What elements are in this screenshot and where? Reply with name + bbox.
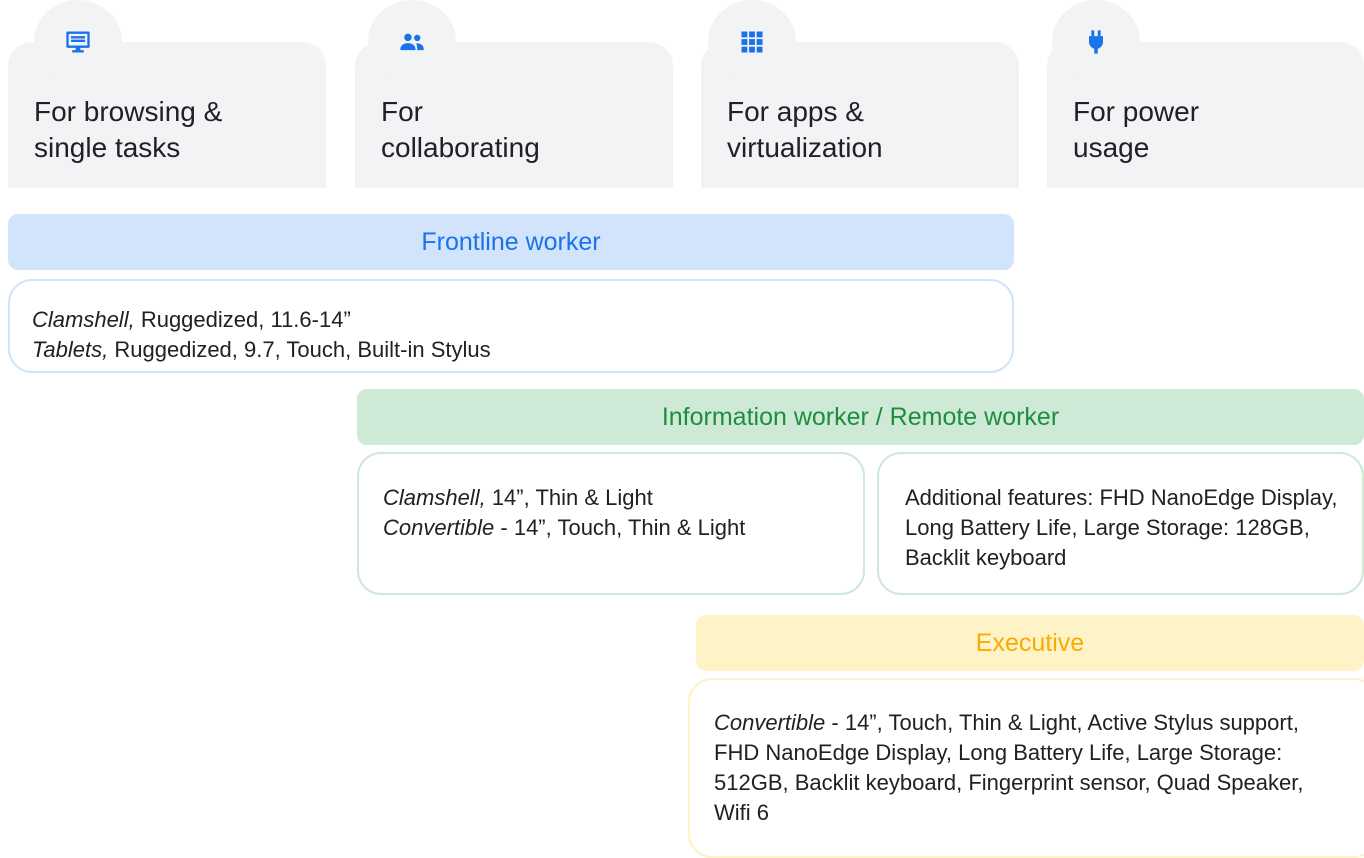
information-worker-additional: Additional features: FHD NanoEdge Displa…: [877, 452, 1364, 595]
information-worker-header: Information worker / Remote worker: [357, 389, 1364, 445]
executive-specs: Convertible - 14”, Touch, Thin & Light, …: [688, 678, 1364, 858]
spec-line: Clamshell, Ruggedized, 11.6-14”: [32, 307, 351, 332]
information-worker-label: Information worker / Remote worker: [661, 402, 1060, 431]
apps-grid-icon: [741, 31, 763, 53]
spec-line: Convertible - 14”, Touch, Thin & Light, …: [714, 710, 1304, 825]
executive-header: Executive: [696, 615, 1364, 671]
category-title: For apps & virtualization: [727, 96, 883, 163]
spec-line: Convertible - 14”, Touch, Thin & Light: [383, 515, 746, 540]
additional-features-text: Additional features: FHD NanoEdge Displa…: [905, 485, 1338, 570]
frontline-worker-label: Frontline worker: [421, 227, 601, 256]
category-title: For collaborating: [381, 96, 540, 163]
category-card-browsing: For browsing & single tasks: [8, 0, 326, 188]
people-icon: [400, 33, 424, 51]
category-card-power: For power usage: [1047, 0, 1364, 188]
power-plug-icon: [1089, 30, 1103, 54]
spec-line: Clamshell, 14”, Thin & Light: [383, 485, 653, 510]
executive-label: Executive: [975, 628, 1085, 657]
information-worker-specs: Clamshell, 14”, Thin & Light Convertible…: [357, 452, 865, 595]
category-title: For power usage: [1073, 96, 1200, 163]
category-title: For browsing & single tasks: [34, 96, 223, 163]
frontline-worker-header: Frontline worker: [8, 214, 1014, 270]
frontline-worker-specs: Clamshell, Ruggedized, 11.6-14” Tablets,…: [8, 279, 1014, 373]
spec-line: Tablets, Ruggedized, 9.7, Touch, Built-i…: [32, 337, 491, 362]
display-list-icon: [66, 31, 90, 53]
category-card-apps: For apps & virtualization: [701, 0, 1019, 188]
category-card-collaborating: For collaborating: [355, 0, 673, 188]
